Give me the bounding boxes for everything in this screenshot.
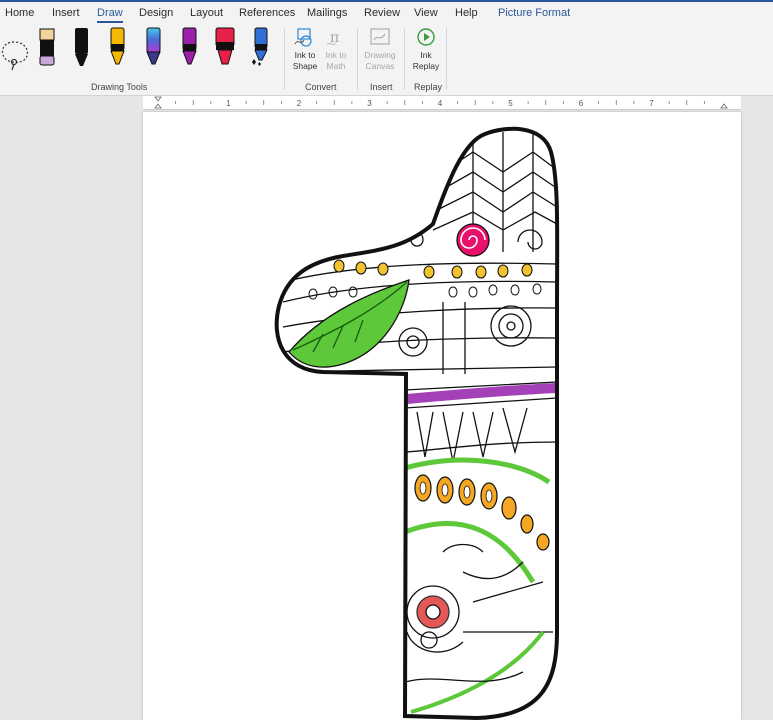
ink-to-shape-icon <box>294 28 312 47</box>
tab-references[interactable]: References <box>239 7 295 19</box>
highlighter-icon[interactable] <box>212 24 238 70</box>
pen-icon[interactable] <box>178 24 202 70</box>
zentangle-number-one-image[interactable] <box>143 112 741 720</box>
group-label-insert: Insert <box>370 82 393 92</box>
first-line-indent-marker[interactable] <box>154 96 162 102</box>
highlighter-icon[interactable] <box>36 24 60 70</box>
horizontal-ruler[interactable]: 1 2 3 4 5 6 7 <box>143 96 741 110</box>
group-label-drawing-tools: Drawing Tools <box>91 82 148 92</box>
tab-draw[interactable]: Draw <box>97 7 123 23</box>
ink-replay-label-1: Ink <box>420 50 432 60</box>
hanging-indent-marker[interactable] <box>154 103 162 109</box>
document-page[interactable] <box>143 112 741 720</box>
tab-review[interactable]: Review <box>364 7 400 19</box>
tab-home[interactable]: Home <box>5 7 34 19</box>
tab-mailings[interactable]: Mailings <box>307 7 347 19</box>
tab-view[interactable]: View <box>414 7 438 19</box>
ribbon-tab-bar: Home Insert Draw Design Layout Reference… <box>0 2 773 24</box>
drawing-canvas-label-2: Canvas <box>365 61 395 71</box>
ink-to-math-label-2: Math <box>326 61 346 71</box>
tab-picture-format[interactable]: Picture Format <box>498 7 570 19</box>
tab-layout[interactable]: Layout <box>190 7 223 19</box>
ribbon-divider <box>446 28 447 90</box>
tab-design[interactable]: Design <box>139 7 173 19</box>
ruler-number: 2 <box>297 99 302 108</box>
ink-to-math-icon: π <box>326 30 339 46</box>
galaxy-pen-icon[interactable] <box>142 24 166 70</box>
ruler-number: 4 <box>438 99 443 108</box>
ribbon-divider <box>357 28 358 90</box>
group-label-replay: Replay <box>414 82 443 92</box>
right-indent-marker[interactable] <box>720 103 728 109</box>
ink-replay-button[interactable]: Ink Replay <box>408 26 444 72</box>
ruler-number: 3 <box>367 99 372 108</box>
sparkle-pen-icon[interactable] <box>248 24 272 70</box>
ribbon-divider <box>404 28 405 90</box>
lasso-select-icon[interactable] <box>0 24 32 74</box>
drawing-canvas-icon <box>370 28 390 45</box>
ruler-number: 5 <box>508 99 513 108</box>
ribbon-draw: Drawing Tools Ink to Shape π Ink to Math… <box>0 24 773 96</box>
ribbon-divider <box>284 28 285 90</box>
drawing-canvas-button[interactable]: Drawing Canvas <box>362 26 398 72</box>
pen-icon[interactable] <box>70 24 94 70</box>
ink-to-math-button[interactable]: π Ink to Math <box>318 26 354 72</box>
ink-replay-label-2: Replay <box>412 61 440 71</box>
drawing-canvas-label-1: Drawing <box>364 50 396 60</box>
ink-to-math-label-1: Ink to <box>325 50 347 60</box>
pen-icon[interactable] <box>106 24 130 70</box>
ruler-number: 1 <box>226 99 231 108</box>
ruler-number: 6 <box>579 99 584 108</box>
group-label-convert: Convert <box>305 82 337 92</box>
ruler-number: 7 <box>649 99 654 108</box>
tab-insert[interactable]: Insert <box>52 7 80 19</box>
tab-help[interactable]: Help <box>455 7 478 19</box>
replay-icon <box>417 28 435 46</box>
